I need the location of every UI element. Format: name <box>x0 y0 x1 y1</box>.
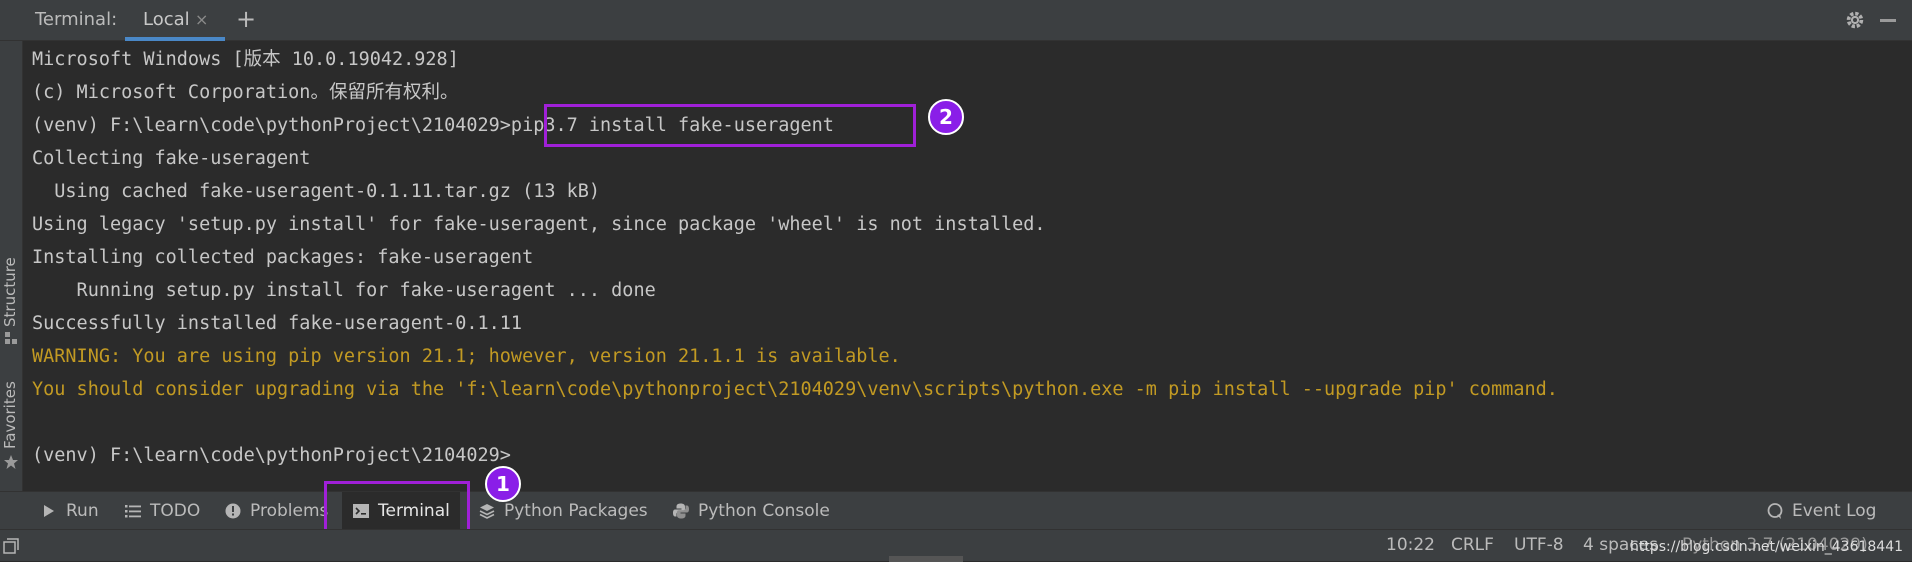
run-label: Run <box>66 501 99 521</box>
tab-local-label: Local <box>143 9 190 30</box>
list-icon <box>125 505 141 518</box>
status-bar: 10:22 CRLF UTF-8 4 spaces Python 3.7 (21… <box>0 529 1912 562</box>
terminal-line: Running setup.py install for fake-userag… <box>32 280 656 301</box>
terminal-line: (c) Microsoft Corporation。保留所有权利。 <box>32 82 459 103</box>
event-log-icon <box>1767 503 1783 519</box>
todo-label: TODO <box>150 501 201 521</box>
layout-toggle-icon[interactable] <box>3 538 19 554</box>
tool-window-bar: Run TODO Problems Terminal Python Packag… <box>0 491 1912 530</box>
terminal-line: Installing collected packages: fake-user… <box>32 247 534 268</box>
run-tool-button[interactable]: Run <box>40 492 99 530</box>
terminal-title: Terminal: <box>35 9 118 30</box>
terminal-line: Using legacy 'setup.py install' for fake… <box>32 214 1046 235</box>
watermark-text: https://blog.csdn.net/weixin_43618441 <box>1630 539 1904 555</box>
event-log-label: Event Log <box>1792 501 1877 521</box>
terminal-warning-line: You should consider upgrading via the 'f… <box>32 379 1558 400</box>
terminal-warning-line: WARNING: You are using pip version 21.1;… <box>32 346 901 367</box>
tab-local[interactable]: Local × <box>125 0 225 41</box>
todo-tool-button[interactable]: TODO <box>124 492 200 530</box>
python-icon <box>673 503 689 519</box>
step-badge-2: 2 <box>928 99 964 135</box>
left-tool-strip: Structure Favorites <box>0 41 23 491</box>
python-console-tool-button[interactable]: Python Console <box>672 492 830 530</box>
problems-label: Problems <box>250 501 329 521</box>
favorites-tool-button[interactable]: Favorites <box>1 381 19 449</box>
active-tab-indicator <box>125 37 225 41</box>
python-packages-label: Python Packages <box>504 501 648 521</box>
problems-tool-button[interactable]: Problems <box>224 492 328 530</box>
caret-position[interactable]: 10:22 <box>1386 535 1435 555</box>
terminal-line: Successfully installed fake-useragent-0.… <box>32 313 523 334</box>
terminal-line: Using cached fake-useragent-0.1.11.tar.g… <box>32 181 601 202</box>
terminal-prompt-line: (venv) F:\learn\code\pythonProject\21040… <box>32 445 511 466</box>
terminal-line: Microsoft Windows [版本 10.0.19042.928] <box>32 49 459 70</box>
structure-icon <box>5 332 17 344</box>
step-badge-1: 1 <box>485 466 521 502</box>
line-separator[interactable]: CRLF <box>1451 535 1494 555</box>
star-icon <box>4 455 18 469</box>
terminal-output[interactable]: Microsoft Windows [版本 10.0.19042.928] (c… <box>32 45 1902 485</box>
layers-icon <box>479 504 495 519</box>
file-encoding[interactable]: UTF-8 <box>1514 535 1564 555</box>
terminal-tab-bar: Terminal: Local × + <box>0 0 1912 41</box>
gear-icon[interactable] <box>1844 9 1866 31</box>
play-icon <box>44 505 54 517</box>
new-tab-button[interactable]: + <box>236 5 256 33</box>
minimize-icon[interactable] <box>1880 19 1896 22</box>
python-console-label: Python Console <box>698 501 830 521</box>
command-highlight-box <box>544 104 916 147</box>
structure-tool-button[interactable]: Structure <box>1 257 19 327</box>
event-log-tool-button[interactable]: Event Log <box>1766 492 1876 530</box>
horizontal-scrollbar[interactable] <box>889 556 963 562</box>
info-icon <box>225 503 241 519</box>
terminal-line: Collecting fake-useragent <box>32 148 311 169</box>
close-icon[interactable]: × <box>195 10 208 29</box>
